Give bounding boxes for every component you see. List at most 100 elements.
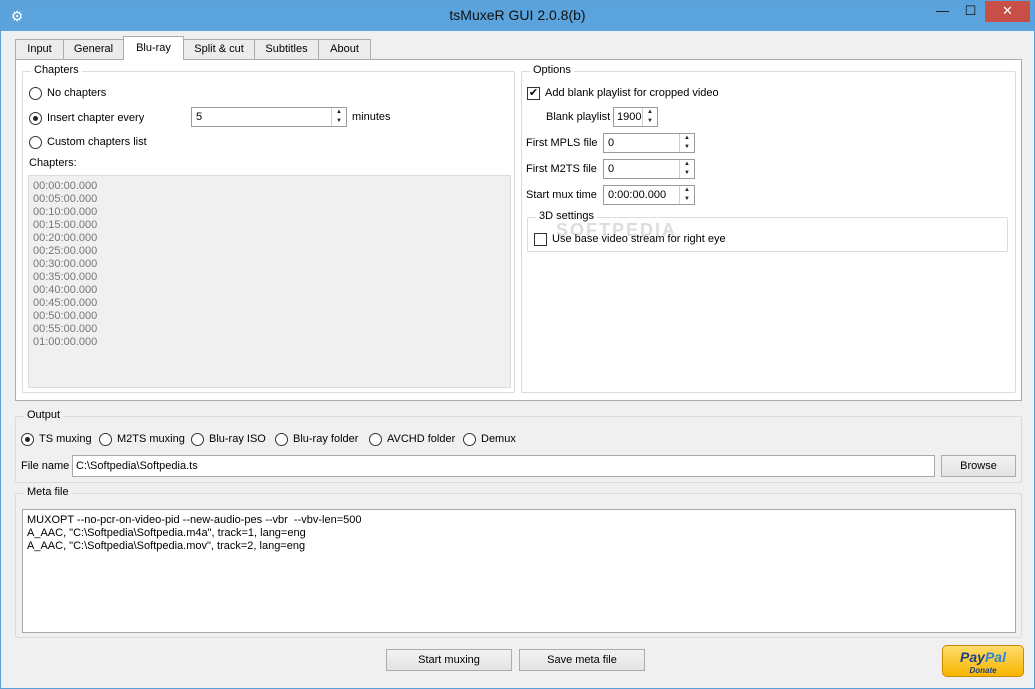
demux-label: Demux xyxy=(481,433,516,445)
chapters-legend: Chapters xyxy=(31,64,82,76)
blu-ray-iso-radio[interactable]: Blu-ray ISO xyxy=(191,431,266,447)
first-mpls-spinbox[interactable]: 0 ▲ ▼ xyxy=(603,133,695,153)
list-item: 00:15:00.000 xyxy=(33,219,98,231)
list-item: 00:10:00.000 xyxy=(33,206,98,218)
tab-about[interactable]: About xyxy=(318,39,371,59)
list-item: 00:05:00.000 xyxy=(33,193,98,205)
spin-down-icon[interactable]: ▼ xyxy=(643,117,657,126)
spin-up-icon[interactable]: ▲ xyxy=(680,134,694,143)
radio-selected-icon xyxy=(29,111,42,125)
spin-arrows[interactable]: ▲ ▼ xyxy=(679,186,694,204)
no-chapters-radio[interactable]: No chapters xyxy=(29,85,106,101)
minutes-label: minutes xyxy=(352,111,391,123)
radio-icon xyxy=(99,432,112,446)
spin-arrows[interactable]: ▲ ▼ xyxy=(331,108,346,126)
start-mux-time-spinbox[interactable]: 0:00:00.000 ▲ ▼ xyxy=(603,185,695,205)
start-muxing-button[interactable]: Start muxing xyxy=(386,649,512,671)
add-blank-playlist-checkbox[interactable]: ✔ Add blank playlist for cropped video xyxy=(527,85,719,101)
paypal-donate-button[interactable]: PayPal Donate xyxy=(942,645,1024,677)
title-bar[interactable]: ⚙ tsMuxeR GUI 2.0.8(b) — ☐ ✕ xyxy=(1,1,1034,31)
insert-chapter-every-label: Insert chapter every xyxy=(47,112,145,124)
radio-icon xyxy=(191,432,204,446)
spin-up-icon[interactable]: ▲ xyxy=(332,108,346,117)
chapters-list[interactable]: 00:00:00.000 00:05:00.000 00:10:00.000 0… xyxy=(28,175,511,388)
tab-blu-ray[interactable]: Blu-ray xyxy=(123,36,184,60)
meta-file-group: Meta file MUXOPT --no-pcr-on-video-pid -… xyxy=(15,486,1022,638)
spin-up-icon[interactable]: ▲ xyxy=(680,186,694,195)
options-legend: Options xyxy=(530,64,574,76)
window-title: tsMuxeR GUI 2.0.8(b) xyxy=(449,7,586,23)
blu-ray-folder-label: Blu-ray folder xyxy=(293,433,359,445)
blu-ray-iso-label: Blu-ray ISO xyxy=(209,433,266,445)
main-window: ⚙ tsMuxeR GUI 2.0.8(b) — ☐ ✕ Input Gener… xyxy=(0,0,1035,689)
tab-split-cut[interactable]: Split & cut xyxy=(183,39,255,59)
output-legend: Output xyxy=(24,409,64,421)
demux-radio[interactable]: Demux xyxy=(463,431,516,447)
list-item: 00:55:00.000 xyxy=(33,323,98,335)
blank-playlist-label: Blank playlist xyxy=(546,111,611,123)
blu-ray-folder-radio[interactable]: Blu-ray folder xyxy=(275,431,358,447)
insert-chapter-every-radio[interactable]: Insert chapter every xyxy=(29,110,144,126)
chapter-interval-spinbox[interactable]: 5 ▲ ▼ xyxy=(191,107,347,127)
m2ts-muxing-label: M2TS muxing xyxy=(117,433,185,445)
avchd-folder-label: AVCHD folder xyxy=(387,433,456,445)
start-mux-time-value: 0:00:00.000 xyxy=(608,189,667,201)
maximize-button[interactable]: ☐ xyxy=(957,1,984,22)
softpedia-watermark: SOFTPEDIA xyxy=(556,220,678,240)
spin-arrows[interactable]: ▲ ▼ xyxy=(642,108,657,126)
list-item: 00:00:00.000 xyxy=(33,180,98,192)
blank-playlist-value: 1900 xyxy=(617,111,642,123)
blu-ray-panel: Chapters No chapters Insert chapter ever… xyxy=(15,59,1022,401)
donate-label: Donate xyxy=(969,666,997,675)
spin-arrows[interactable]: ▲ ▼ xyxy=(679,134,694,152)
m2ts-muxing-radio[interactable]: M2TS muxing xyxy=(99,431,185,447)
avchd-folder-radio[interactable]: AVCHD folder xyxy=(369,431,455,447)
custom-chapters-radio[interactable]: Custom chapters list xyxy=(29,134,147,150)
spin-down-icon[interactable]: ▼ xyxy=(680,143,694,152)
list-item: 00:35:00.000 xyxy=(33,271,98,283)
list-item: 00:30:00.000 xyxy=(33,258,98,270)
list-item: 00:50:00.000 xyxy=(33,310,98,322)
checkbox-icon xyxy=(534,232,547,246)
ts-muxing-label: TS muxing xyxy=(39,433,92,445)
meta-file-legend: Meta file xyxy=(24,486,72,498)
file-name-input[interactable]: C:\Softpedia\Softpedia.ts xyxy=(72,455,935,477)
paypal-pal-text: Pal xyxy=(984,649,1006,665)
tab-subtitles[interactable]: Subtitles xyxy=(254,39,319,59)
no-chapters-label: No chapters xyxy=(47,87,107,99)
radio-icon xyxy=(275,432,288,446)
list-item: 00:40:00.000 xyxy=(33,284,98,296)
radio-icon xyxy=(369,432,382,446)
output-group: Output TS muxing M2TS muxing Blu-ray ISO… xyxy=(15,409,1022,483)
list-item: 00:20:00.000 xyxy=(33,232,98,244)
checkmark-icon: ✔ xyxy=(527,86,540,100)
paypal-pay-text: Pay xyxy=(960,649,985,665)
close-button[interactable]: ✕ xyxy=(985,1,1030,22)
ts-muxing-radio[interactable]: TS muxing xyxy=(21,431,92,447)
chapter-interval-value: 5 xyxy=(196,111,203,123)
list-item: 00:45:00.000 xyxy=(33,297,98,309)
browse-button[interactable]: Browse xyxy=(941,455,1016,477)
list-item: 00:25:00.000 xyxy=(33,245,98,257)
custom-chapters-label: Custom chapters list xyxy=(47,136,147,148)
list-item: 01:00:00.000 xyxy=(33,336,98,348)
spin-arrows[interactable]: ▲ ▼ xyxy=(679,160,694,178)
minimize-button[interactable]: — xyxy=(929,1,956,22)
radio-icon xyxy=(29,86,42,100)
spin-down-icon[interactable]: ▼ xyxy=(680,169,694,178)
add-blank-playlist-label: Add blank playlist for cropped video xyxy=(545,87,719,99)
save-meta-file-button[interactable]: Save meta file xyxy=(519,649,645,671)
spin-up-icon[interactable]: ▲ xyxy=(643,108,657,117)
radio-icon xyxy=(29,135,42,149)
meta-file-textarea[interactable]: MUXOPT --no-pcr-on-video-pid --new-audio… xyxy=(22,509,1016,633)
spin-down-icon[interactable]: ▼ xyxy=(680,195,694,204)
chapters-list-label: Chapters: xyxy=(29,157,77,169)
spin-up-icon[interactable]: ▲ xyxy=(680,160,694,169)
tab-general[interactable]: General xyxy=(63,39,124,59)
file-name-label: File name xyxy=(21,460,70,472)
tab-input[interactable]: Input xyxy=(15,39,64,59)
blank-playlist-spinbox[interactable]: 1900 ▲ ▼ xyxy=(613,107,658,127)
first-m2ts-label: First M2TS file xyxy=(526,163,597,175)
spin-down-icon[interactable]: ▼ xyxy=(332,117,346,126)
first-m2ts-spinbox[interactable]: 0 ▲ ▼ xyxy=(603,159,695,179)
